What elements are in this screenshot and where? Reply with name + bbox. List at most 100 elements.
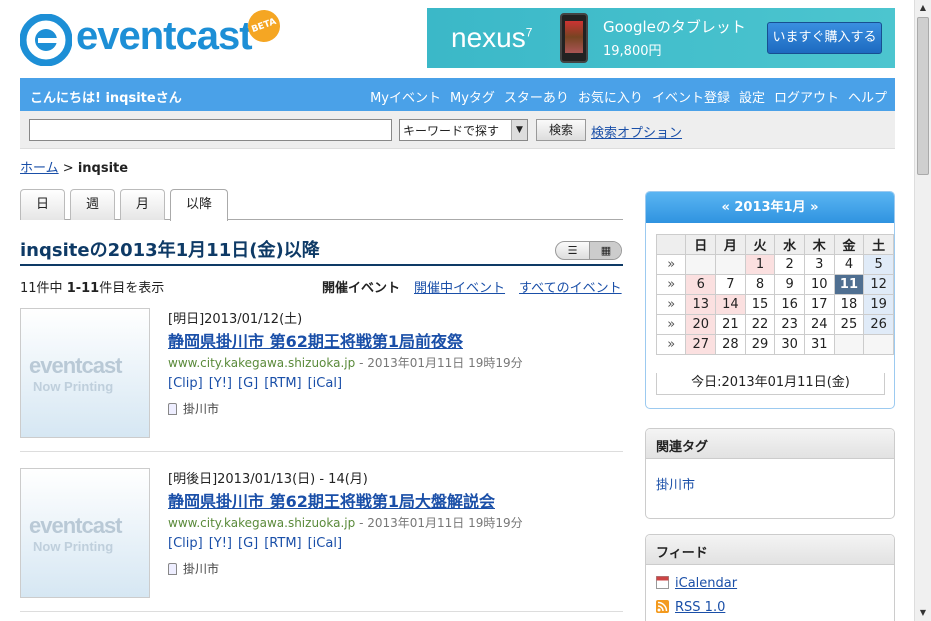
event-tag[interactable]: 掛川市 xyxy=(168,400,219,417)
nav-logout[interactable]: ログアウト xyxy=(774,87,839,106)
calendar-weekday: 日 xyxy=(685,234,717,255)
event-thumbnail[interactable]: eventcast Now Printing xyxy=(20,468,150,598)
ad-buy-button[interactable]: いますぐ購入する xyxy=(767,22,882,54)
ical-link[interactable]: [iCal] xyxy=(308,536,342,551)
calendar-day[interactable]: 21 xyxy=(715,314,746,335)
event-date: [明日]2013/01/12(土) xyxy=(168,312,303,327)
calendar-weekday: 土 xyxy=(863,234,894,255)
eventcast-logo-icon xyxy=(20,14,72,66)
calendar-day[interactable]: 20 xyxy=(685,314,717,335)
scroll-thumb[interactable] xyxy=(917,17,929,175)
calendar-day[interactable]: 19 xyxy=(863,294,894,315)
nav-my-events[interactable]: Myイベント xyxy=(370,87,441,106)
search-type-select[interactable]: キーワードで探す ▼ xyxy=(399,119,528,141)
calendar-week-link[interactable]: » xyxy=(655,334,687,355)
calendar-day[interactable]: 8 xyxy=(744,274,776,295)
feed-ical-link[interactable]: iCalendar xyxy=(646,576,894,591)
calendar-day[interactable]: 16 xyxy=(774,294,805,315)
page-title: inqsiteの2013年1月11日(金)以降 xyxy=(20,240,320,261)
feed-rss-link[interactable]: RSS 1.0 xyxy=(646,600,894,615)
calendar-day[interactable]: 29 xyxy=(744,334,776,355)
calendar-day[interactable]: 25 xyxy=(833,314,865,335)
calendar-day[interactable]: 10 xyxy=(803,274,835,295)
scroll-down-icon[interactable]: ▼ xyxy=(915,605,931,621)
calendar-empty-cell xyxy=(863,334,894,355)
tab-day[interactable]: 日 xyxy=(20,189,65,220)
result-count: 11件中 1-11件目を表示 xyxy=(20,281,165,296)
calendar-week-link[interactable]: » xyxy=(655,254,687,275)
event-thumbnail[interactable]: eventcast Now Printing xyxy=(20,308,150,438)
calendar-day[interactable]: 15 xyxy=(744,294,776,315)
filter-all[interactable]: すべてのイベント xyxy=(519,277,622,296)
related-tag-link[interactable]: 掛川市 xyxy=(646,474,894,493)
logo-text: eventcast xyxy=(76,14,253,58)
google-link[interactable]: [G] xyxy=(238,376,258,391)
search-options-link[interactable]: 検索オプション xyxy=(591,122,682,141)
ical-link[interactable]: [iCal] xyxy=(308,376,342,391)
calendar-day[interactable]: 7 xyxy=(715,274,746,295)
ad-brand: nexus7 xyxy=(451,22,533,53)
rtm-link[interactable]: [RTM] xyxy=(264,376,301,391)
ad-banner[interactable]: nexus7 Googleのタブレット 19,800円 いますぐ購入する xyxy=(427,8,895,68)
nav-starred[interactable]: スターあり xyxy=(504,87,569,106)
google-link[interactable]: [G] xyxy=(238,536,258,551)
site-logo[interactable]: eventcast BETA xyxy=(20,5,290,70)
calendar-day[interactable]: 2 xyxy=(774,254,805,275)
calendar-day[interactable]: 1 xyxy=(744,254,776,275)
filter-current: 開催イベント xyxy=(322,281,401,296)
event-tag[interactable]: 掛川市 xyxy=(168,560,219,577)
calendar-week-link[interactable]: » xyxy=(655,314,687,335)
grid-view-icon[interactable]: ▦ xyxy=(589,242,621,259)
calendar-day[interactable]: 22 xyxy=(744,314,776,335)
calendar-day[interactable]: 17 xyxy=(803,294,835,315)
nav-help[interactable]: ヘルプ xyxy=(848,87,887,106)
nav-links: Myイベント Myタグ スターあり お気に入り イベント登録 設定 ログアウト … xyxy=(370,87,887,106)
calendar-day[interactable]: 4 xyxy=(833,254,865,275)
calendar-day[interactable]: 11 xyxy=(833,274,865,295)
vertical-scrollbar[interactable]: ▲ ▼ xyxy=(914,0,931,621)
calendar-day[interactable]: 23 xyxy=(774,314,805,335)
calendar-day[interactable]: 9 xyxy=(774,274,805,295)
nav-my-tags[interactable]: Myタグ xyxy=(450,87,495,106)
search-type-value: キーワードで探す xyxy=(403,124,500,138)
list-view-icon[interactable]: ☰ xyxy=(556,242,589,259)
search-button[interactable]: 検索 xyxy=(536,119,586,141)
ad-line1: Googleのタブレット xyxy=(603,18,746,36)
search-input[interactable] xyxy=(29,119,392,141)
yahoo-link[interactable]: [Y!] xyxy=(209,376,232,391)
nav-settings[interactable]: 設定 xyxy=(739,87,765,106)
scroll-up-icon[interactable]: ▲ xyxy=(915,0,931,16)
calendar-day[interactable]: 6 xyxy=(685,274,717,295)
calendar-day[interactable]: 28 xyxy=(715,334,746,355)
clip-link[interactable]: [Clip] xyxy=(168,536,203,551)
tab-after[interactable]: 以降 xyxy=(170,189,228,221)
calendar-day[interactable]: 24 xyxy=(803,314,835,335)
calendar-day[interactable]: 13 xyxy=(685,294,717,315)
rtm-link[interactable]: [RTM] xyxy=(264,536,301,551)
calendar-day[interactable]: 5 xyxy=(863,254,894,275)
calendar-day[interactable]: 14 xyxy=(715,294,746,315)
view-toggle: ☰ ▦ xyxy=(555,241,622,260)
calendar-day[interactable]: 27 xyxy=(685,334,717,355)
calendar-day[interactable]: 3 xyxy=(803,254,835,275)
calendar-day[interactable]: 31 xyxy=(803,334,835,355)
clip-link[interactable]: [Clip] xyxy=(168,376,203,391)
nav-favorites[interactable]: お気に入り xyxy=(578,87,643,106)
event-title-link[interactable]: 静岡県掛川市 第62期王将戦第1局大盤解説会 xyxy=(168,488,495,512)
calendar-day[interactable]: 26 xyxy=(863,314,894,335)
related-tags-box: 関連タグ 掛川市 xyxy=(645,428,895,519)
calendar-empty-cell xyxy=(715,254,746,275)
tab-week[interactable]: 週 xyxy=(70,189,115,220)
calendar-day[interactable]: 18 xyxy=(833,294,865,315)
nav-register-event[interactable]: イベント登録 xyxy=(652,87,730,106)
yahoo-link[interactable]: [Y!] xyxy=(209,536,232,551)
calendar-week-link[interactable]: » xyxy=(655,294,687,315)
event-title-link[interactable]: 静岡県掛川市 第62期王将戦第1局前夜祭 xyxy=(168,328,463,352)
filter-ongoing[interactable]: 開催中イベント xyxy=(414,277,505,296)
calendar-day[interactable]: 30 xyxy=(774,334,805,355)
breadcrumb-home[interactable]: ホーム xyxy=(20,161,59,176)
calendar-day[interactable]: 12 xyxy=(863,274,894,295)
tab-month[interactable]: 月 xyxy=(120,189,165,220)
calendar-week-link[interactable]: » xyxy=(655,274,687,295)
calendar-title[interactable]: « 2013年1月 » xyxy=(646,192,894,223)
